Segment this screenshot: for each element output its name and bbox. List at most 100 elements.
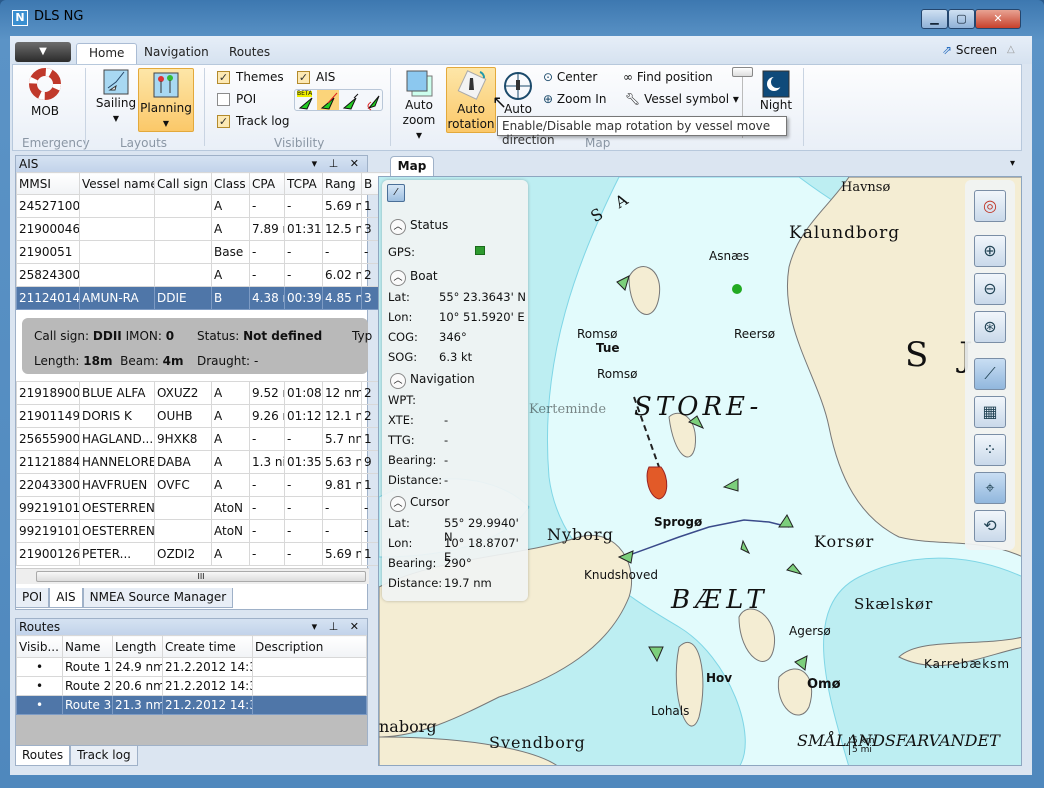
ais-vector-icon bbox=[342, 93, 359, 110]
column-header[interactable]: Create time bbox=[162, 635, 253, 658]
auto-rotation-button[interactable]: Auto rotation bbox=[446, 67, 496, 133]
screen-button[interactable]: ⇗ Screen bbox=[942, 43, 997, 57]
group-label-layouts: Layouts bbox=[120, 136, 168, 150]
column-header[interactable]: Description bbox=[252, 635, 367, 658]
collapse-ribbon-icon[interactable]: △ bbox=[1007, 44, 1015, 55]
table-cell: HAGLAND... bbox=[79, 427, 155, 451]
column-header[interactable]: Call sign bbox=[154, 172, 212, 195]
track-icon: ⟲ bbox=[983, 516, 997, 535]
themes-label: Themes bbox=[236, 70, 284, 84]
zoom-out-tool-button[interactable]: ⊖ bbox=[974, 273, 1006, 305]
column-header[interactable]: Rang bbox=[322, 172, 362, 195]
table-row[interactable]: 220433000HAVFRUENOVFCA--9.81 n1 bbox=[16, 473, 392, 497]
track-tool-button[interactable]: ⟲ bbox=[974, 510, 1006, 542]
column-header[interactable]: CPA bbox=[249, 172, 285, 195]
track-log-checkbox[interactable]: ✓ Track log bbox=[217, 114, 290, 128]
tab-map[interactable]: Map bbox=[390, 156, 434, 176]
tab-ais[interactable]: AIS bbox=[49, 588, 83, 608]
horizontal-scrollbar[interactable]: III bbox=[16, 568, 369, 584]
pin-panel-icon[interactable]: ⁄ bbox=[387, 184, 405, 202]
table-cell: Route 1 bbox=[62, 657, 113, 677]
scrollbar-thumb[interactable]: III bbox=[36, 571, 366, 582]
boat-section-toggle[interactable]: ︿ Boat bbox=[390, 269, 438, 286]
ais-checkbox[interactable]: ✓ AIS bbox=[297, 70, 335, 84]
table-row[interactable]: 992191016OESTERREN...AtoN---- bbox=[16, 519, 392, 543]
table-cell: 21.2.2012 14:31 bbox=[162, 657, 253, 677]
column-header[interactable]: Visib... bbox=[16, 635, 63, 658]
table-row[interactable]: 245271000A--5.69 n1 bbox=[16, 194, 392, 218]
center-tool-button[interactable]: ⊛ bbox=[974, 311, 1006, 343]
mob-tool-button[interactable]: ◎ bbox=[974, 190, 1006, 222]
tab-track-log[interactable]: Track log bbox=[70, 746, 138, 766]
column-header[interactable]: Vessel name bbox=[79, 172, 155, 195]
planning-button[interactable]: Planning ▼ bbox=[138, 68, 194, 132]
brightness-slider-thumb[interactable] bbox=[732, 67, 753, 77]
table-row[interactable]: 211240140AMUN-RADDIEB4.38 r00:39:4.85 n3 bbox=[16, 286, 392, 310]
tab-routes[interactable]: Routes bbox=[217, 43, 282, 65]
column-header[interactable]: MMSI bbox=[16, 172, 80, 195]
table-row[interactable]: 219189000BLUE ALFAOXUZ2A9.52 r01:08:12 n… bbox=[16, 381, 392, 405]
checkbox[interactable]: ✓ bbox=[217, 114, 230, 128]
chart-tool-button[interactable]: ▦ bbox=[974, 396, 1006, 428]
ais-symbol-heading[interactable] bbox=[317, 90, 339, 110]
route-row[interactable]: •Route 321.3 nm21.2.2012 14:32 bbox=[16, 695, 367, 715]
title-bar[interactable]: N DLS NG ▁ ▢ ✕ bbox=[0, 0, 1044, 34]
checkbox[interactable]: ✓ bbox=[297, 70, 310, 84]
checkbox[interactable] bbox=[217, 92, 230, 106]
table-row[interactable]: 219001262PETER...OZDI2A--5.69 n1 bbox=[16, 542, 392, 566]
table-row[interactable]: 219011491DORIS KOUHBA9.26 r01:12:12.1 n2 bbox=[16, 404, 392, 428]
panel-controls[interactable]: ▾ ⊥ ✕ bbox=[312, 156, 363, 172]
visibility-toggle[interactable]: • bbox=[16, 676, 63, 696]
wrench-icon: 🔧︎ bbox=[625, 92, 641, 106]
tab-navigation[interactable]: Navigation bbox=[132, 43, 221, 65]
ais-symbol-track[interactable] bbox=[361, 90, 383, 111]
tab-poi[interactable]: POI bbox=[15, 588, 50, 608]
table-row[interactable]: 211218840HANNELOREDABAA1.3 ni01:35:5.63 … bbox=[16, 450, 392, 474]
ais-symbol-vector[interactable] bbox=[339, 90, 361, 110]
status-section-toggle[interactable]: ︿ Status bbox=[390, 218, 448, 235]
table-row[interactable]: 219000463A7.89 r01:31:12.5 n3 bbox=[16, 217, 392, 241]
visibility-toggle[interactable]: • bbox=[16, 695, 63, 715]
table-row[interactable]: 992191019OESTERREN...AtoN---- bbox=[16, 496, 392, 520]
navigation-section-toggle[interactable]: ︿ Navigation bbox=[390, 372, 475, 389]
application-menu-button[interactable]: ▼ bbox=[15, 42, 71, 62]
night-button[interactable]: Night bbox=[757, 70, 795, 120]
measure-tool-button[interactable]: ⌖ bbox=[974, 472, 1006, 504]
panel-controls[interactable]: ▾ ⊥ ✕ bbox=[312, 619, 363, 635]
themes-checkbox[interactable]: ✓ Themes bbox=[217, 70, 284, 84]
center-button[interactable]: ⊙ Center bbox=[543, 70, 597, 84]
maximize-button[interactable]: ▢ bbox=[948, 9, 975, 29]
column-header[interactable]: Length bbox=[112, 635, 163, 658]
tab-routes-list[interactable]: Routes bbox=[15, 746, 71, 766]
checkbox[interactable]: ✓ bbox=[217, 70, 230, 84]
route-row[interactable]: •Route 124.9 nm21.2.2012 14:31 bbox=[16, 657, 367, 677]
mob-button[interactable]: MOB bbox=[20, 68, 70, 126]
find-position-button[interactable]: ∞ Find position bbox=[623, 70, 713, 84]
zoom-in-tool-button[interactable]: ⊕ bbox=[974, 235, 1006, 267]
minimize-button[interactable]: ▁ bbox=[921, 9, 948, 29]
route-row[interactable]: •Route 220.6 nm21.2.2012 14:32 bbox=[16, 676, 367, 696]
auto-zoom-button[interactable]: Auto zoom ▾ bbox=[398, 68, 440, 142]
vessel-symbol-button[interactable]: 🔧︎ Vessel symbol ▾ bbox=[625, 92, 739, 106]
column-header[interactable]: Name bbox=[62, 635, 113, 658]
column-header[interactable]: Class bbox=[211, 172, 250, 195]
group-label-map: Map bbox=[585, 136, 611, 150]
table-row[interactable]: 2190051 Base - - - - bbox=[16, 240, 392, 264]
zoom-in-button[interactable]: ⊕ Zoom In bbox=[543, 92, 606, 106]
table-row[interactable]: 256559000HAGLAND...9HXK8A--5.7 nn1 bbox=[16, 427, 392, 451]
tab-nmea-source-manager[interactable]: NMEA Source Manager bbox=[82, 588, 234, 608]
column-header[interactable]: TCPA bbox=[284, 172, 323, 195]
tab-home[interactable]: Home bbox=[76, 43, 138, 65]
ais-symbol-beta[interactable]: BETA bbox=[295, 90, 317, 110]
table-row[interactable]: 258243000A--6.02 n2 bbox=[16, 263, 392, 287]
table-cell: - bbox=[284, 473, 323, 497]
waypoint-tool-button[interactable]: ⁘ bbox=[974, 434, 1006, 466]
cursor-section-toggle[interactable]: ︿ Cursor bbox=[390, 495, 449, 512]
visibility-toggle[interactable]: • bbox=[16, 657, 63, 677]
sailing-button[interactable]: Sailing ▼ bbox=[95, 68, 137, 130]
poi-checkbox[interactable]: POI bbox=[217, 92, 256, 106]
map-options-icon[interactable]: ▾ bbox=[1010, 158, 1015, 169]
route-tool-button[interactable]: ⟋ bbox=[974, 358, 1006, 390]
close-button[interactable]: ✕ bbox=[975, 9, 1021, 29]
table-cell: A bbox=[211, 217, 250, 241]
